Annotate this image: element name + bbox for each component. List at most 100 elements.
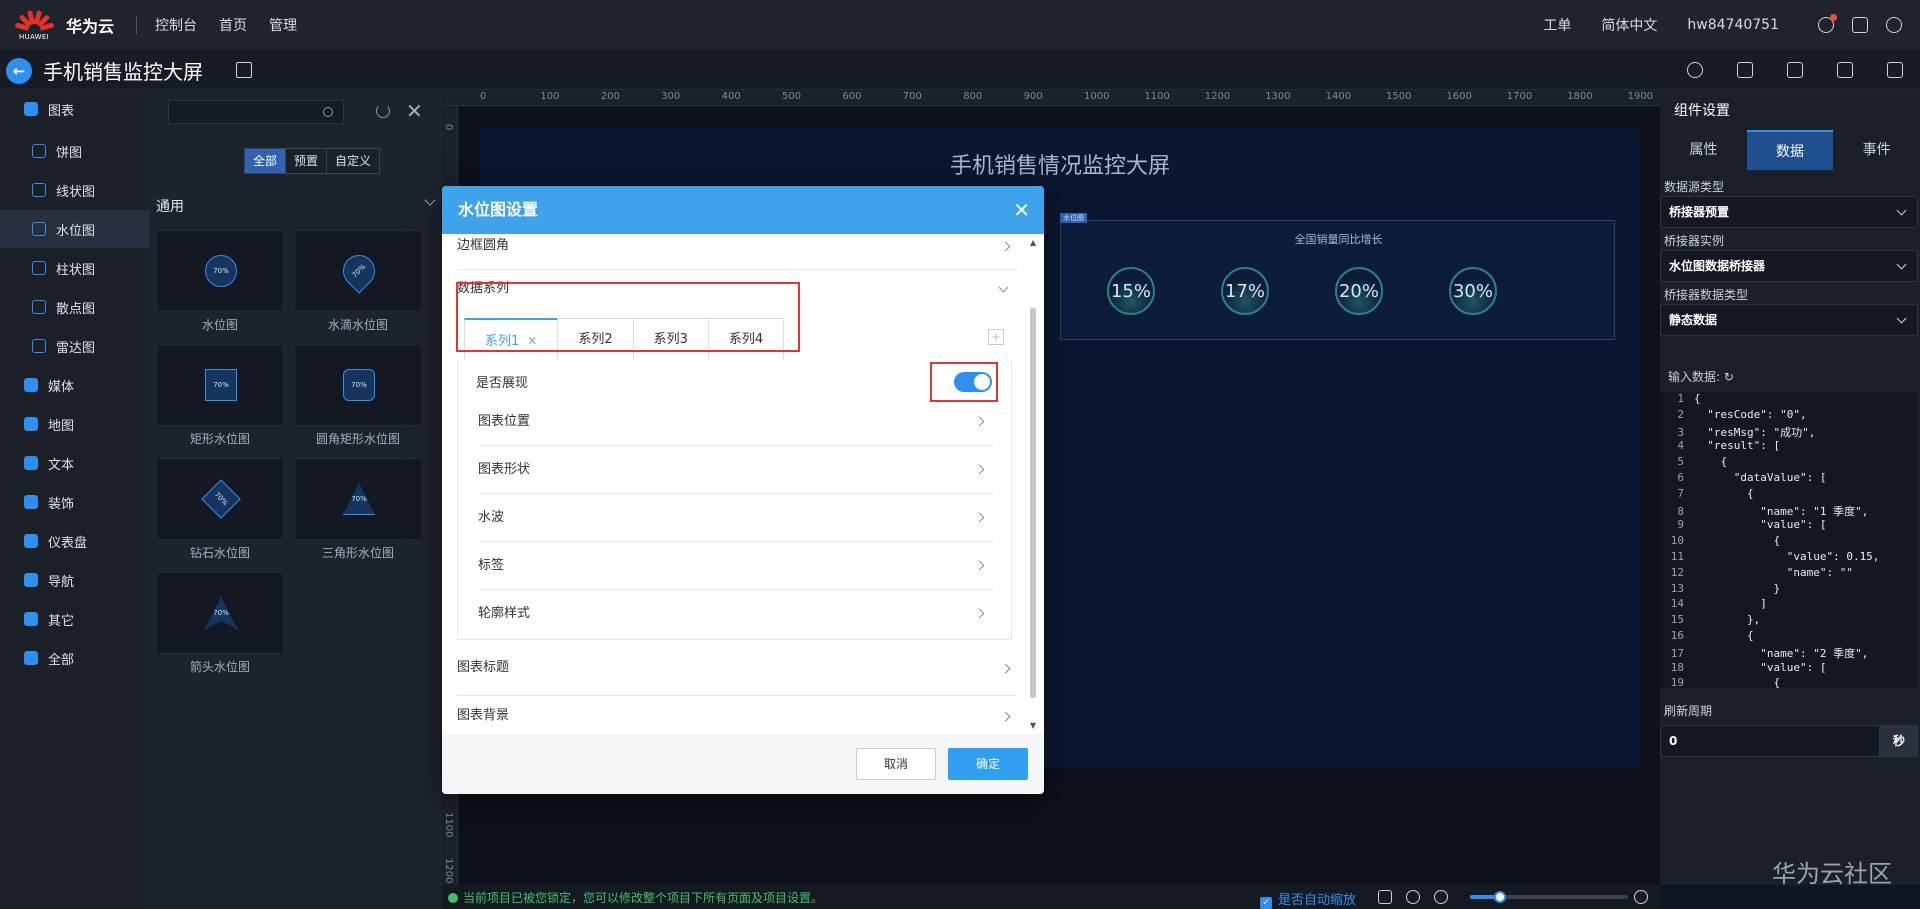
publish-button[interactable]: [1820, 50, 1870, 90]
nav-media[interactable]: 媒体: [0, 366, 150, 404]
close-icon[interactable]: ✕: [406, 99, 423, 123]
refresh-icon[interactable]: ↻: [1724, 370, 1734, 384]
code-text: "resCode": "0",: [1694, 407, 1807, 421]
save-button[interactable]: [1770, 50, 1820, 90]
row-chart-title[interactable]: 图表标题: [457, 648, 1017, 696]
scroll-thumb[interactable]: [1030, 308, 1036, 698]
json-editor[interactable]: 1{2 "resCode": "0", 3 "resMsg": "成功", 4 "r…: [1660, 392, 1918, 688]
preview-button[interactable]: [1870, 50, 1920, 90]
settings-button[interactable]: [1670, 50, 1720, 90]
user-account[interactable]: hw84740751: [1687, 17, 1779, 33]
autoscale-checkbox[interactable]: ✓ 是否自动缩放: [1260, 889, 1356, 909]
input-label-text: 输入数据:: [1668, 370, 1721, 384]
nav-other[interactable]: 其它: [0, 600, 150, 638]
dialog-scrollbar[interactable]: ▲ ▼: [1028, 238, 1038, 730]
lock-button[interactable]: [1720, 50, 1770, 90]
component-card-drop[interactable]: 70%: [294, 230, 422, 312]
source-type-select[interactable]: 桥接器预置: [1660, 196, 1918, 228]
refresh-icon[interactable]: [376, 104, 390, 118]
code-line: 10 {: [1660, 534, 1918, 550]
diamond-thumb: 70%: [201, 479, 241, 519]
code-text: ]: [1694, 597, 1767, 611]
nav-home[interactable]: 首页: [219, 15, 247, 35]
nav-decoration[interactable]: 装饰: [0, 483, 150, 521]
add-series-button[interactable]: +: [988, 329, 1004, 345]
code-text: "dataValue": [: [1694, 471, 1827, 484]
bridge-data-type-select[interactable]: 静态数据: [1660, 304, 1918, 336]
map-pin-icon: [24, 417, 38, 431]
panel-title: 组件设置: [1674, 103, 1730, 119]
v-tick-label: 1100: [443, 812, 454, 838]
project-menu-icon[interactable]: [236, 62, 252, 78]
h-tick-label: 1100: [1144, 91, 1170, 102]
source-type-label: 数据源类型: [1664, 180, 1725, 194]
component-card-rounded-rect[interactable]: 70%: [294, 344, 422, 426]
row-chart-position[interactable]: 图表位置: [478, 398, 993, 446]
language-switch[interactable]: 简体中文: [1601, 15, 1657, 35]
confirm-button[interactable]: 确定: [948, 748, 1028, 780]
eye-icon[interactable]: [1406, 890, 1420, 904]
nav-line[interactable]: 线状图: [0, 171, 150, 209]
nav-pie[interactable]: 饼图: [0, 132, 150, 170]
row-outline-style[interactable]: 轮廓样式: [478, 590, 993, 638]
nav-label: 水位图: [56, 223, 96, 239]
zoom-slider[interactable]: [1470, 891, 1628, 903]
chevron-down-icon[interactable]: [424, 194, 436, 206]
line-number: 14: [1670, 597, 1684, 611]
refresh-period-input[interactable]: 0: [1660, 725, 1880, 757]
filter-preset[interactable]: 预置: [286, 149, 328, 173]
tab-events[interactable]: 事件: [1833, 130, 1920, 170]
component-search-input[interactable]: [168, 100, 344, 124]
close-icon[interactable]: ✕: [1013, 186, 1030, 234]
zoom-in-icon[interactable]: [1634, 890, 1648, 904]
row-label: 图表形状: [478, 462, 531, 477]
filter-all[interactable]: 全部: [245, 149, 287, 173]
chevron-down-icon: [1896, 259, 1907, 270]
component-card-liquid[interactable]: 70%: [156, 230, 284, 312]
liquid-fill-widget[interactable]: 水位图 全国销量同比增长 15% 17% 20% 30%: [1060, 213, 1615, 340]
tab-properties[interactable]: 属性: [1660, 130, 1747, 170]
chevron-down-icon: [1896, 205, 1907, 216]
scroll-up-icon[interactable]: ▲: [1030, 238, 1036, 247]
row-wave[interactable]: 水波: [478, 494, 993, 542]
mail-icon[interactable]: [1852, 17, 1868, 33]
scroll-down-icon[interactable]: ▼: [1030, 721, 1036, 730]
ticket-link[interactable]: 工单: [1543, 15, 1571, 35]
line-number: 16: [1670, 629, 1684, 642]
help-icon[interactable]: [1886, 17, 1902, 33]
component-card-diamond[interactable]: 70%: [156, 458, 284, 540]
cancel-button[interactable]: 取消: [856, 748, 936, 780]
nav-liquid[interactable]: 水位图: [0, 210, 150, 248]
component-card-arrow[interactable]: 70%: [156, 572, 284, 654]
nav-text[interactable]: 文本: [0, 444, 150, 482]
dialog-footer: 取消 确定: [442, 734, 1044, 794]
bridge-instance-select[interactable]: 水位图数据桥接器: [1660, 250, 1918, 282]
component-card-triangle[interactable]: 70%: [294, 458, 422, 540]
notification-icon[interactable]: [1818, 14, 1837, 33]
grid-icon[interactable]: [1378, 890, 1392, 904]
row-label-settings[interactable]: 标签: [478, 542, 993, 590]
nav-map[interactable]: 地图: [0, 405, 150, 443]
filter-custom[interactable]: 自定义: [327, 149, 380, 173]
zoom-slider-thumb[interactable]: [1494, 891, 1507, 903]
component-card-rect[interactable]: 70%: [156, 344, 284, 426]
nav-dashboard[interactable]: 仪表盘: [0, 522, 150, 560]
row-chart-shape[interactable]: 图表形状: [478, 446, 993, 494]
nav-scatter[interactable]: 散点图: [0, 288, 150, 326]
h-tick-label: 1900: [1627, 91, 1654, 102]
nav-navigation[interactable]: 导航: [0, 561, 150, 599]
tab-data[interactable]: 数据: [1746, 130, 1834, 170]
back-button[interactable]: ←: [6, 58, 32, 84]
nav-manage[interactable]: 管理: [269, 15, 297, 35]
huawei-logo[interactable]: HUAWEI: [12, 5, 56, 45]
brand-name[interactable]: 华为云: [66, 13, 114, 37]
line-number: 7: [1677, 486, 1684, 500]
nav-charts[interactable]: 图表: [0, 90, 150, 128]
zoom-out-icon[interactable]: [1434, 890, 1448, 904]
nav-all[interactable]: 全部: [0, 639, 150, 677]
nav-bar[interactable]: 柱状图: [0, 249, 150, 287]
row-border-radius[interactable]: 边框圆角: [457, 234, 1017, 270]
nav-console[interactable]: 控制台: [155, 15, 197, 35]
nav-radar[interactable]: 雷达图: [0, 327, 150, 365]
code-text: "result": [: [1694, 439, 1781, 453]
